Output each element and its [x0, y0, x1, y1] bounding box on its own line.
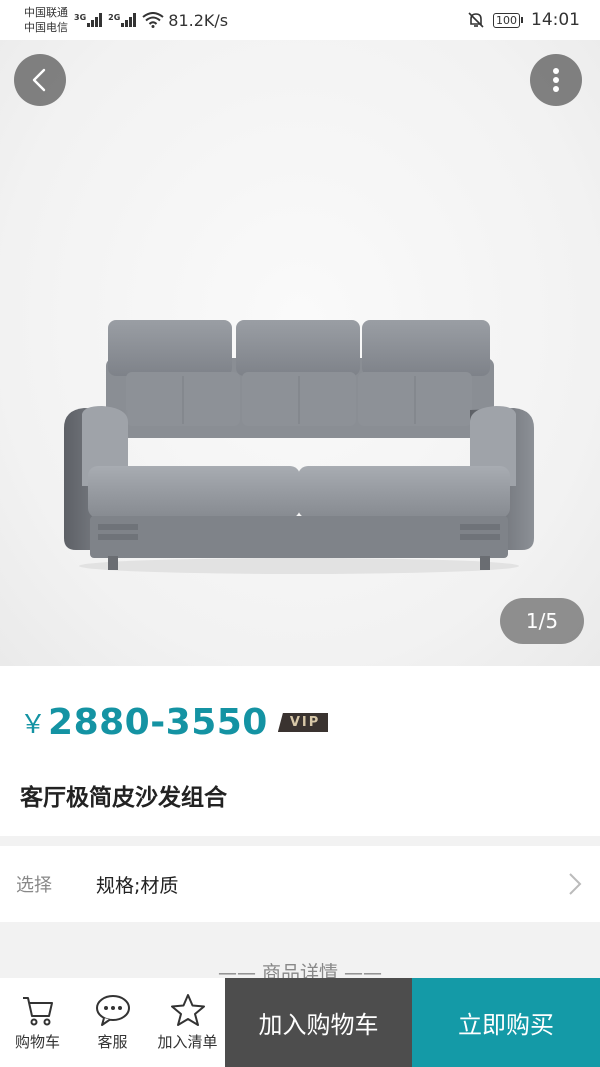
network-speed: 81.2K/s — [168, 10, 229, 30]
product-image-gallery[interactable]: 1/5 — [0, 40, 600, 666]
star-icon — [170, 994, 205, 1026]
image-counter: 1/5 — [500, 598, 584, 644]
vip-badge: VIP — [277, 713, 329, 732]
shopping-cart-icon — [22, 997, 53, 1026]
buy-now-button[interactable]: 立即购买 — [412, 978, 600, 1067]
product-info-card: ￥ 2880-3550 VIP 客厅极简皮沙发组合 — [0, 666, 600, 836]
battery-level: 100 — [493, 12, 520, 28]
wifi-icon — [142, 12, 164, 28]
signal-icon-1: 3G — [74, 13, 103, 27]
carrier-1: 中国联通 — [24, 6, 68, 19]
product-title: 客厅极简皮沙发组合 — [20, 785, 227, 811]
more-options-button[interactable] — [530, 54, 582, 106]
spec-selector-label: 选择 — [16, 875, 52, 896]
signal-gen-1: 3G — [74, 13, 87, 22]
cart-label: 购物车 — [14, 1033, 60, 1051]
price-currency: ￥ — [20, 710, 47, 740]
more-vertical-icon — [553, 68, 559, 92]
sofa-image — [64, 320, 534, 574]
spec-selector-value: 规格;材质 — [96, 874, 179, 897]
carrier-names: 中国联通 中国电信 — [24, 5, 68, 35]
back-button[interactable] — [14, 54, 66, 106]
mute-bell-icon — [468, 12, 484, 28]
status-bar: 中国联通 中国电信 3G 2G 81.2K/s 100 14:01 — [0, 0, 600, 40]
clock: 14:01 — [531, 10, 580, 30]
carrier-2: 中国电信 — [24, 21, 68, 34]
chevron-left-icon — [32, 68, 46, 92]
price-range: 2880-3550 — [48, 702, 268, 743]
bottom-action-bar: 购物车 客服 加入清单 加入购物车 立即购买 — [0, 978, 600, 1067]
customer-service-label: 客服 — [97, 1033, 128, 1051]
chat-bubble-icon — [95, 995, 130, 1026]
add-to-wishlist-button[interactable]: 加入清单 — [150, 978, 225, 1067]
spec-selector-row[interactable]: 选择 规格;材质 — [0, 846, 600, 922]
customer-service-button[interactable]: 客服 — [75, 978, 150, 1067]
price-row: ￥ 2880-3550 VIP — [20, 702, 329, 743]
product-detail-page: 中国联通 中国电信 3G 2G 81.2K/s 100 14:01 1/5 ￥ … — [0, 0, 600, 1067]
battery-icon: 100 — [493, 12, 523, 28]
signal-icon-2: 2G — [108, 13, 137, 27]
chevron-right-icon — [569, 873, 582, 895]
signal-gen-2: 2G — [108, 13, 121, 22]
wishlist-label: 加入清单 — [157, 1033, 218, 1051]
cart-button[interactable]: 购物车 — [0, 978, 75, 1067]
add-to-cart-button[interactable]: 加入购物车 — [225, 978, 412, 1067]
